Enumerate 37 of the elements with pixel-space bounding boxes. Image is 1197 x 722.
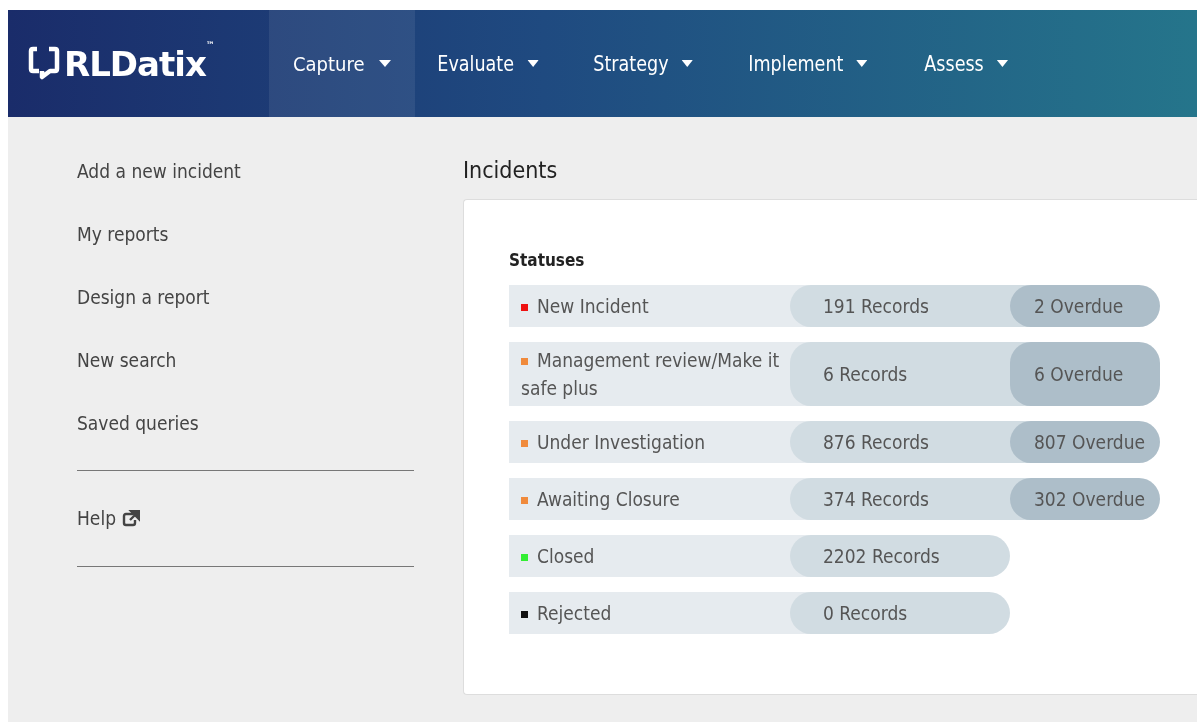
status-name-cell[interactable]: Under Investigation — [509, 421, 790, 463]
sidebar-link[interactable]: Saved queries — [77, 411, 414, 474]
page-title: Incidents — [463, 157, 559, 183]
help-link[interactable]: Help — [77, 471, 414, 530]
status-name-cell[interactable]: Awaiting Closure — [509, 478, 790, 520]
records-count[interactable]: 0 Records — [790, 592, 1010, 634]
caret-icon — [378, 60, 391, 67]
logo-text: RLDatix$^{™}$ — [64, 43, 214, 84]
records-count[interactable]: 6 Records — [790, 342, 1010, 406]
nav-tab[interactable]: Strategy — [571, 10, 716, 117]
records-count[interactable]: 2202 Records — [790, 535, 1010, 577]
caret-icon — [997, 60, 1009, 67]
records-count[interactable]: 191 Records — [790, 285, 1010, 327]
status-name-cell[interactable]: New Incident — [509, 285, 790, 327]
status-name-cell[interactable]: Management review/Make it safe plus — [509, 342, 790, 406]
nav-tab[interactable]: Implement — [726, 10, 890, 117]
sidebar-link[interactable]: New search — [77, 348, 414, 411]
status-name-cell[interactable]: Rejected — [509, 592, 790, 634]
speech-bubble-icon — [28, 45, 60, 82]
external-link-icon — [122, 510, 140, 527]
sidebar-link[interactable]: Design a report — [77, 285, 414, 348]
caret-icon — [856, 60, 868, 67]
overdue-count[interactable]: 807 Overdue — [1010, 421, 1160, 463]
sidebar-link[interactable]: Add a new incident — [77, 159, 414, 222]
nav-tab[interactable]: Capture — [269, 10, 415, 117]
records-count[interactable]: 374 Records — [790, 478, 1010, 520]
overdue-count[interactable]: 6 Overdue — [1010, 342, 1160, 406]
records-count[interactable]: 876 Records — [790, 421, 1010, 463]
nav-tab[interactable]: Assess — [902, 10, 1031, 117]
nav-tab[interactable]: Evaluate — [414, 10, 561, 117]
sidebar-link[interactable]: My reports — [77, 222, 414, 285]
overdue-count[interactable]: 302 Overdue — [1010, 478, 1160, 520]
caret-icon — [526, 60, 538, 67]
caret-icon — [681, 60, 693, 67]
section-title: Statuses — [509, 250, 586, 270]
overdue-count[interactable]: 2 Overdue — [1010, 285, 1160, 327]
status-name-cell[interactable]: Closed — [509, 535, 790, 577]
